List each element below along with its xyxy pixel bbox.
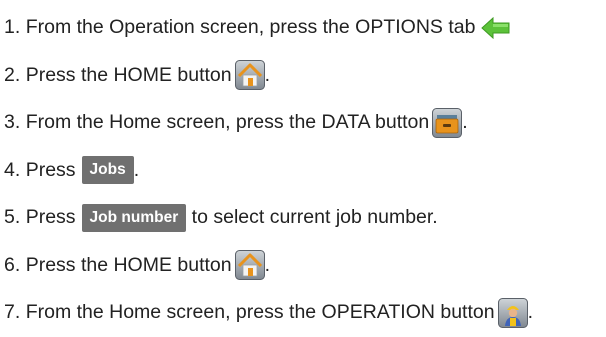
step-3-text: From the Home screen, press the DATA but… [25, 111, 430, 134]
step-6-number: 6. [4, 253, 21, 276]
step-4-tail: . [133, 158, 140, 181]
jobs-button-label: Jobs [81, 156, 134, 185]
step-2-tail: . [264, 63, 271, 86]
step-7-number: 7. [4, 301, 21, 324]
step-5-tail: to select current job number. [191, 206, 438, 229]
instruction-list: 1. From the Operation screen, press the … [4, 4, 606, 337]
step-6-tail: . [264, 253, 271, 276]
step-1: 1. From the Operation screen, press the … [4, 4, 606, 52]
step-2-text: Press the HOME button [25, 63, 232, 86]
job-number-button-label: Job number [81, 203, 187, 232]
home-icon [234, 60, 265, 91]
step-7: 7. From the Home screen, press the OPERA… [4, 289, 606, 337]
step-3: 3. From the Home screen, press the DATA … [4, 99, 606, 147]
step-5: 5. Press Job number to select current jo… [4, 194, 606, 242]
step-2: 2. Press the HOME button . [4, 52, 606, 100]
step-7-tail: . [527, 301, 534, 324]
home-icon [234, 250, 265, 281]
step-3-number: 3. [4, 111, 21, 134]
step-4-number: 4. [4, 158, 21, 181]
step-5-text: Press [25, 206, 76, 229]
green-left-arrow-icon [481, 16, 511, 39]
step-4: 4. Press Jobs . [4, 147, 606, 195]
step-3-tail: . [462, 111, 468, 134]
step-1-number: 1. [4, 16, 21, 39]
step-4-text: Press [25, 158, 76, 181]
step-6: 6. Press the HOME button . [4, 242, 606, 290]
step-5-number: 5. [4, 206, 21, 229]
step-7-text: From the Home screen, press the OPERATIO… [25, 301, 495, 324]
step-6-text: Press the HOME button [25, 253, 232, 276]
step-1-text: From the Operation screen, press the OPT… [25, 16, 476, 39]
data-drawer-icon [432, 107, 463, 138]
step-2-number: 2. [4, 63, 21, 86]
operator-icon [497, 297, 528, 328]
